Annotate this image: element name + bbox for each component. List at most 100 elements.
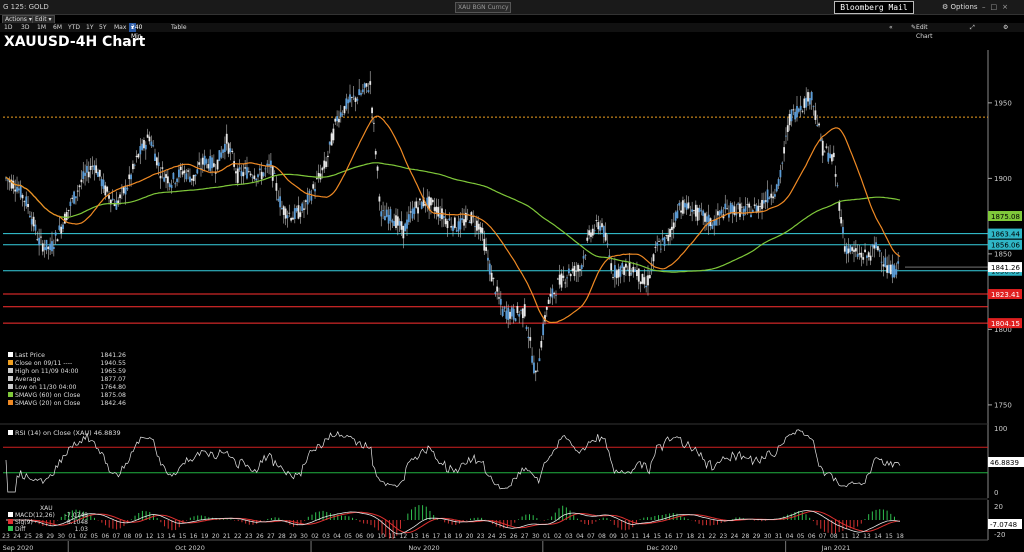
window-controls[interactable]: –□× <box>982 0 1013 14</box>
candle-body <box>615 270 618 279</box>
candle-body <box>143 140 145 149</box>
candle-body <box>696 207 699 221</box>
candle-body <box>888 264 890 273</box>
candle-body <box>527 336 530 339</box>
period-1d[interactable]: 1D <box>4 23 12 32</box>
edit-chart-button[interactable]: ✎ Edit Chart <box>911 23 933 40</box>
candle-body <box>842 227 844 234</box>
price-chart[interactable]: 1950 1900 1850 1800 1750 1863.44 1856.06 1838.… <box>0 0 1024 552</box>
candle-body <box>163 177 166 182</box>
interval-select[interactable]: 240 Min ▾ <box>129 23 142 40</box>
candle-body <box>858 253 861 255</box>
candle-body <box>25 196 28 207</box>
candle-body <box>647 275 649 286</box>
x-tick-label: 01 <box>68 533 76 540</box>
period-6m[interactable]: 6M <box>53 23 62 32</box>
candle-body <box>424 204 427 206</box>
macd-legend-row: MACD(12,26) -7.0748 <box>8 512 88 519</box>
x-tick-label: 16 <box>422 533 430 540</box>
candle-body <box>829 153 831 159</box>
legend-label: Low on 11/30 04:00 <box>8 384 76 392</box>
minimize-icon[interactable]: – <box>982 3 991 11</box>
candle-body <box>534 370 537 373</box>
candle-body <box>319 173 322 180</box>
x-tick-label: 19 <box>201 533 209 540</box>
x-tick-label: 08 <box>598 533 606 540</box>
candle-body <box>869 255 872 261</box>
period-max[interactable]: Max <box>114 23 126 32</box>
candle-body <box>678 202 681 206</box>
candle-body <box>124 185 127 195</box>
options-label: Options <box>950 3 978 11</box>
candle-body <box>591 228 594 236</box>
bloomberg-mail-button[interactable]: Bloomberg Mail <box>834 1 914 14</box>
candle-body <box>562 275 565 278</box>
candle-body <box>556 278 559 280</box>
candle-body <box>295 207 298 212</box>
x-tick-label: 30 <box>532 533 540 540</box>
candle-body <box>617 269 620 278</box>
candle-body <box>395 215 397 228</box>
candle-body <box>371 107 373 114</box>
period-3d[interactable]: 3D <box>21 23 29 32</box>
period-ytd[interactable]: YTD <box>68 23 80 32</box>
ticker-input[interactable]: XAU BGN Curncy <box>455 2 511 13</box>
close-icon[interactable]: × <box>1002 3 1013 11</box>
x-tick-label: 02 <box>311 533 319 540</box>
candle-body <box>63 213 66 224</box>
candle-body <box>510 307 513 317</box>
macd-legend: XAU MACD(12,26) -7.0748 Sig(9) -8.1048 Diff 1… <box>8 505 88 533</box>
period-5y[interactable]: 5Y <box>99 23 106 32</box>
candle-body <box>115 200 118 210</box>
price-tag <box>988 211 1022 222</box>
candle-body <box>667 234 670 242</box>
collapse-icon[interactable]: « <box>889 23 893 32</box>
x-month-label: Dec 2020 <box>646 544 677 552</box>
candle-body <box>253 175 256 180</box>
candle-body <box>831 154 833 162</box>
x-tick-label: 02 <box>79 533 87 540</box>
candle-body <box>299 212 302 217</box>
legend-row: Last Price 1841.26 <box>8 352 126 360</box>
rsi-line <box>5 429 901 493</box>
candle-body <box>369 81 372 85</box>
candle-body <box>663 236 666 247</box>
candle-body <box>247 171 250 173</box>
period-1y[interactable]: 1Y <box>86 23 93 32</box>
candle-body <box>525 326 528 330</box>
settings-icon[interactable]: ⚙ <box>1003 23 1008 32</box>
x-tick-label: 15 <box>885 533 893 540</box>
macd-legend-value: -7.0748 <box>64 512 88 519</box>
rsi-tag-label: 46.8839 <box>990 459 1019 467</box>
candle-body <box>792 109 795 111</box>
candle-body <box>95 165 98 174</box>
candle-body <box>400 221 403 230</box>
candle-body <box>512 308 515 320</box>
candle-body <box>669 228 671 237</box>
candle-body <box>152 145 155 147</box>
maximize-chart-icon[interactable]: ⤢ <box>970 23 975 32</box>
x-tick-label: 04 <box>576 533 584 540</box>
candle-body <box>479 226 482 233</box>
candle-body <box>161 167 164 169</box>
x-tick-label: 09 <box>135 533 143 540</box>
candle-body <box>884 257 887 268</box>
table-button[interactable]: Table <box>171 23 187 32</box>
candle-body <box>450 226 453 228</box>
candle-body <box>757 205 760 213</box>
period-1m[interactable]: 1M <box>37 23 46 32</box>
x-tick-label: 31 <box>775 533 783 540</box>
candle-body <box>328 141 331 145</box>
candle-body <box>303 208 305 210</box>
candle-body <box>523 304 526 317</box>
chart-title: XAUUSD-4H Chart <box>4 34 146 50</box>
maximize-icon[interactable]: □ <box>991 3 1003 11</box>
candle-body <box>433 207 436 211</box>
candle-body <box>590 232 592 237</box>
candle-body <box>205 159 208 164</box>
candle-body <box>567 268 570 274</box>
candle-body <box>794 111 797 120</box>
candle-body <box>468 222 471 223</box>
options-menu[interactable]: ⚙ Options <box>942 0 978 14</box>
candle-body <box>422 197 425 207</box>
